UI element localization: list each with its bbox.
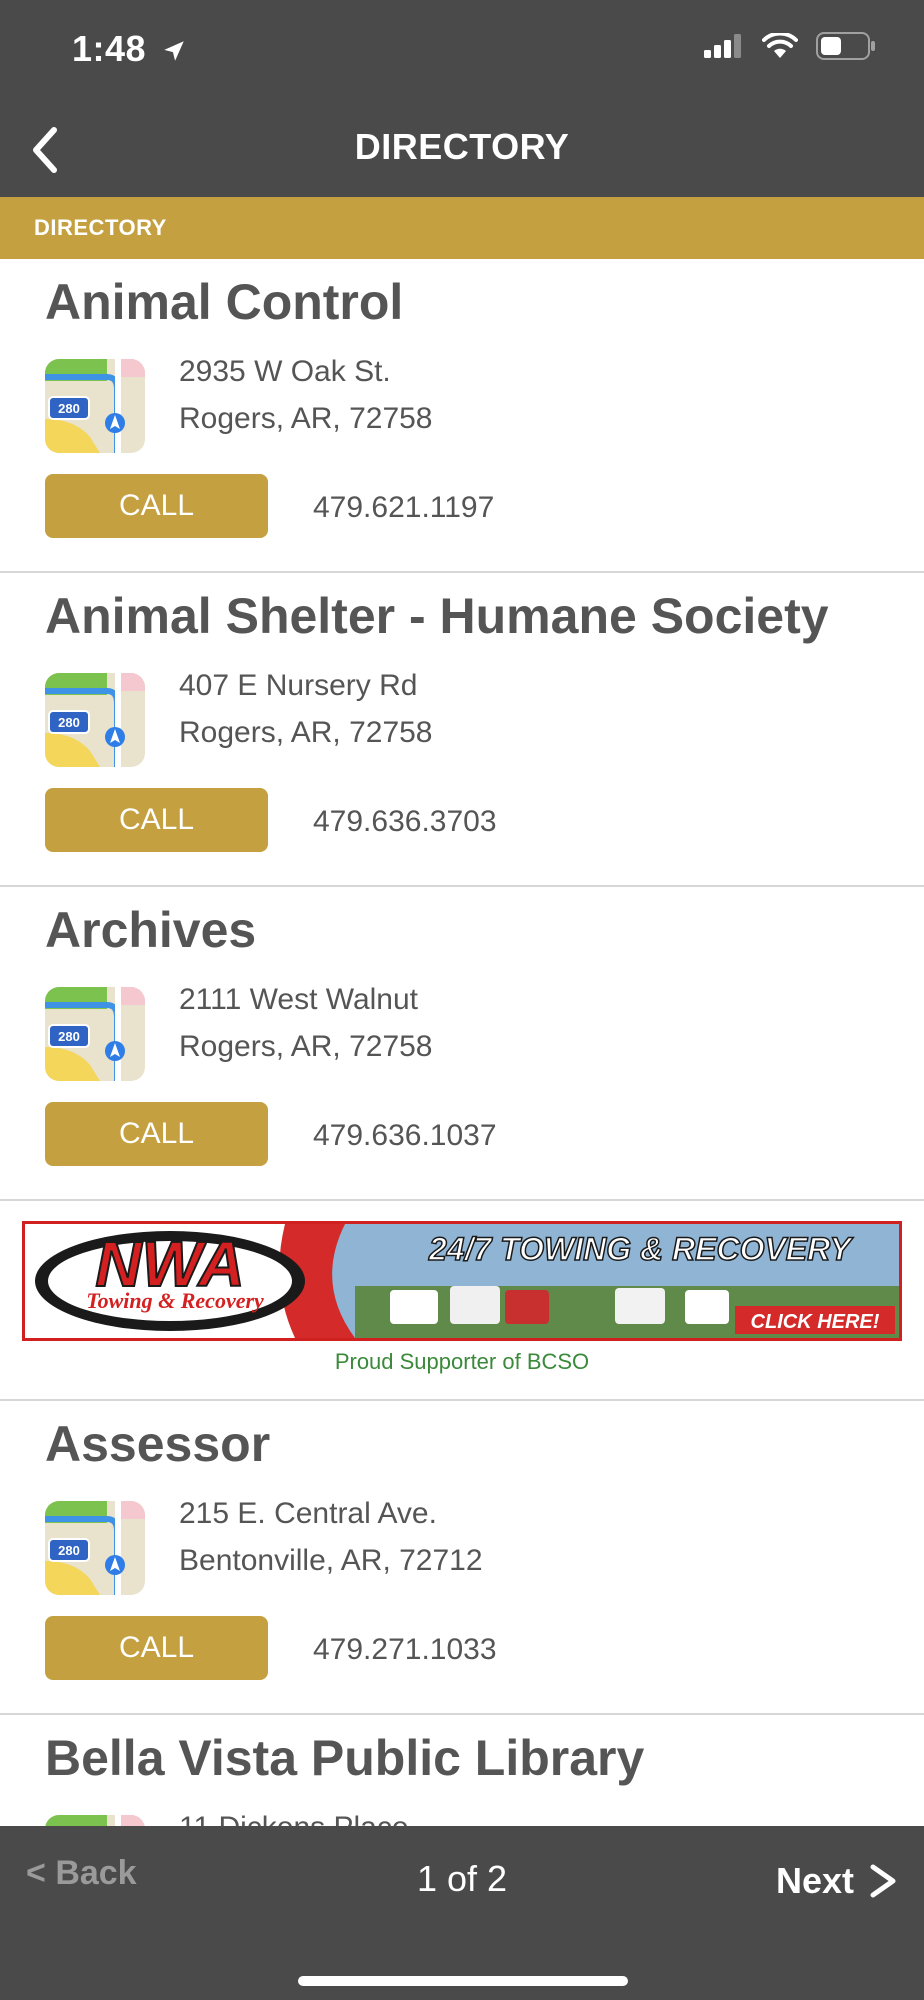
phone-number[interactable]: 479.271.1033 <box>313 1633 497 1667</box>
phone-number[interactable]: 479.636.3703 <box>313 805 497 839</box>
address-line-1: 407 E Nursery Rd <box>179 669 418 702</box>
status-time: 1:48 <box>72 28 187 70</box>
address-line-2: Rogers, AR, 72758 <box>179 1030 433 1063</box>
map-shield-number: 280 <box>58 401 80 416</box>
wifi-icon <box>762 33 798 58</box>
address-line-1: 215 E. Central Ave. <box>179 1497 437 1530</box>
call-button[interactable]: CALL <box>45 1102 268 1166</box>
page-title: DIRECTORY <box>354 126 570 167</box>
status-bar: 1:48 <box>0 0 924 110</box>
status-icons <box>704 32 876 60</box>
ad-row: NWA Towing & Recovery 24/7 TOWING & RECO… <box>0 1201 924 1401</box>
call-button[interactable]: CALL <box>45 474 268 538</box>
ad-headline: 24/7 TOWING & RECOVERY <box>428 1231 854 1267</box>
maps-app-icon[interactable]: 280 <box>45 359 145 453</box>
home-indicator[interactable] <box>298 1976 628 1986</box>
maps-app-icon[interactable]: 280 <box>45 673 145 767</box>
address-line-1: 2111 West Walnut <box>179 983 419 1016</box>
clock-label: 1:48 <box>72 28 147 69</box>
entry-title: Bella Vista Public Library <box>45 1730 645 1786</box>
entry-title: Assessor <box>45 1416 271 1472</box>
battery-icon <box>816 32 875 60</box>
call-button[interactable]: CALL <box>45 788 268 852</box>
directory-entry: Archives 280 2111 West Walnut Rogers, AR… <box>0 887 924 1201</box>
address-line-2: Bentonville, AR, 72712 <box>179 1544 483 1577</box>
next-page-button[interactable]: Next <box>776 1860 898 1902</box>
pagination-bar: < Back 1 of 2 Next <box>0 1826 924 2000</box>
entry-title: Animal Control <box>45 274 404 330</box>
directory-entry: Assessor 280 215 E. Central Ave. Bentonv… <box>0 1401 924 1715</box>
map-shield-number: 280 <box>58 715 80 730</box>
entry-title: Animal Shelter - Humane Society <box>45 588 829 644</box>
call-button[interactable]: CALL <box>45 1616 268 1680</box>
next-page-label: Next <box>775 1860 854 1901</box>
phone-number[interactable]: 479.636.1037 <box>313 1119 497 1153</box>
directory-entry: Animal Shelter - Humane Society 280 407 … <box>0 573 924 887</box>
entry-title: Archives <box>45 902 257 958</box>
phone-number[interactable]: 479.621.1197 <box>313 491 494 525</box>
map-shield-number: 280 <box>58 1543 80 1558</box>
maps-app-icon[interactable]: 280 <box>45 987 145 1081</box>
ad-caption: Proud Supporter of BCSO <box>334 1349 590 1374</box>
section-header: DIRECTORY <box>0 197 924 259</box>
address-line-2: Rogers, AR, 72758 <box>179 716 433 749</box>
map-shield-number: 280 <box>58 1029 80 1044</box>
address-line-2: Rogers, AR, 72758 <box>179 402 433 435</box>
address-line-1: 2935 W Oak St. <box>179 355 391 388</box>
ad-cta: CLICK HERE! <box>751 1311 880 1333</box>
ad-logo-subtext: Towing & Recovery <box>86 1288 264 1313</box>
maps-app-icon[interactable]: 280 <box>45 1501 145 1595</box>
location-arrow-icon <box>163 41 184 62</box>
directory-entry: Animal Control 280 2935 W Oak St. Rogers… <box>0 259 924 573</box>
ad-banner[interactable]: NWA Towing & Recovery 24/7 TOWING & RECO… <box>22 1221 902 1341</box>
nav-bar: DIRECTORY <box>0 110 924 197</box>
next-arrow-icon <box>870 1864 896 1898</box>
cellular-signal-icon <box>704 34 741 58</box>
directory-list: Animal Control 280 2935 W Oak St. Rogers… <box>0 259 924 1909</box>
